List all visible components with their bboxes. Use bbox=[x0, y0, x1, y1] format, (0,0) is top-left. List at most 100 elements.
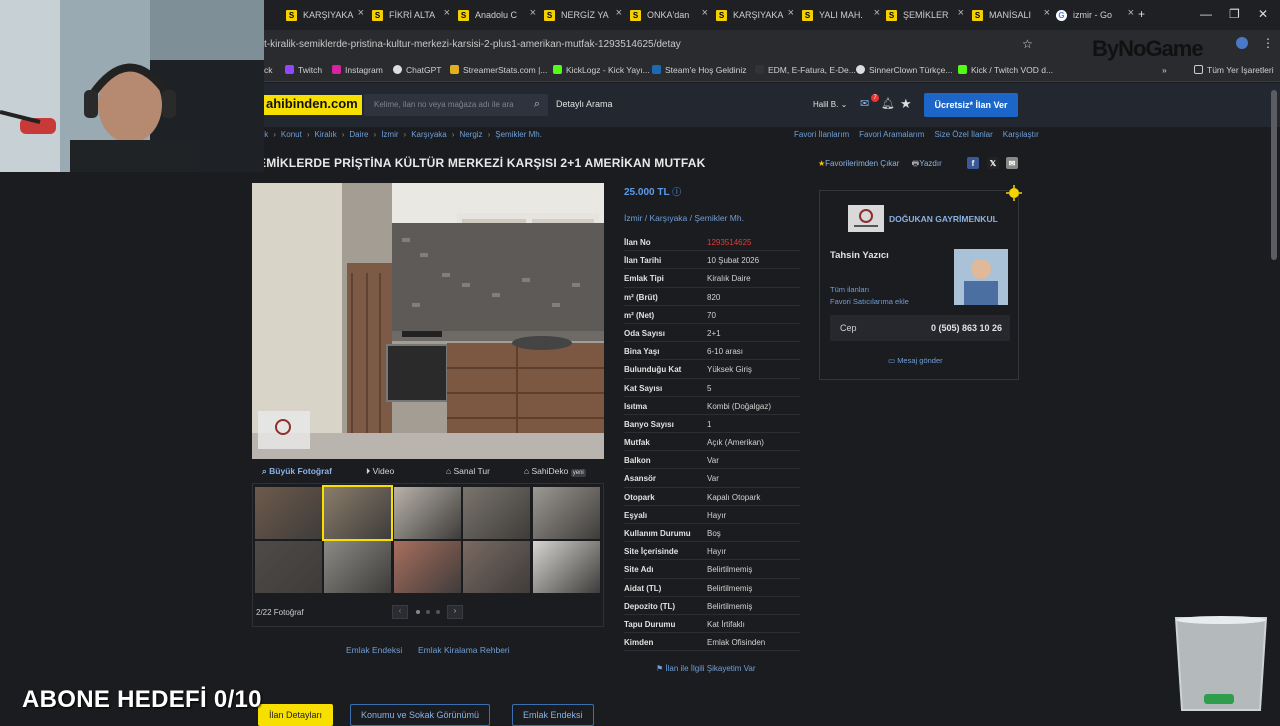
close-tab-icon[interactable]: × bbox=[788, 7, 794, 19]
x-twitter-icon[interactable]: 𝕏 bbox=[987, 157, 999, 169]
large-photo-tab[interactable]: ⌕ Büyük Fotoğraf bbox=[262, 466, 332, 477]
seller-name[interactable]: DOĞUKAN GAYRİMENKUL bbox=[889, 214, 998, 224]
browser-tab[interactable]: S MANİSALI × bbox=[972, 4, 1052, 26]
rental-guide-link[interactable]: Emlak Kiralama Rehberi bbox=[418, 645, 510, 655]
photo-thumbnail[interactable] bbox=[255, 487, 322, 539]
browser-tab[interactable]: S ONKA'dan × bbox=[630, 4, 710, 26]
url-text[interactable]: t-kiralik-semiklerde-pristina-kultur-mer… bbox=[264, 39, 681, 50]
photo-thumbnail[interactable] bbox=[394, 487, 461, 539]
photo-thumbnail[interactable] bbox=[533, 541, 600, 593]
seller-logo[interactable] bbox=[848, 205, 884, 232]
unfavorite-link[interactable]: ★Favorilerimden Çıkar bbox=[818, 159, 899, 168]
browser-tab[interactable]: Gizmir - Go × bbox=[1056, 4, 1136, 26]
profile-icon[interactable] bbox=[1236, 37, 1248, 49]
account-link[interactable]: Size Özel İlanlar bbox=[934, 130, 992, 139]
bookmark-item[interactable]: StreamerStats.com |... bbox=[450, 65, 547, 75]
bookmark-item[interactable]: Instagram bbox=[332, 65, 383, 75]
close-tab-icon[interactable]: × bbox=[958, 7, 964, 19]
all-bookmarks[interactable]: Tüm Yer İşaretleri bbox=[1194, 65, 1274, 75]
phone-number[interactable]: 0 (505) 863 10 26 bbox=[931, 323, 1002, 333]
breadcrumb-item[interactable]: Karşıyaka bbox=[411, 130, 447, 139]
virtual-tour-tab[interactable]: ⌂ Sanal Tur bbox=[446, 466, 490, 476]
close-tab-icon[interactable]: × bbox=[1044, 7, 1050, 19]
bookmark-item[interactable]: ChatGPT bbox=[393, 65, 441, 75]
breadcrumb-item[interactable]: Konut bbox=[281, 130, 302, 139]
sahideko-tab[interactable]: ⌂ SahiDeko yeni bbox=[524, 466, 586, 477]
main-photo[interactable] bbox=[252, 183, 604, 459]
photo-thumbnail[interactable] bbox=[324, 541, 391, 593]
breadcrumb-item[interactable]: Şemikler Mh. bbox=[495, 130, 542, 139]
tab-location[interactable]: Konumu ve Sokak Görünümü bbox=[350, 704, 491, 726]
photo-thumbnail[interactable] bbox=[255, 541, 322, 593]
close-tab-icon[interactable]: × bbox=[1128, 7, 1134, 19]
bell-icon[interactable]: 🔔︎ bbox=[881, 97, 895, 110]
tab-listing-details[interactable]: İlan Detayları bbox=[258, 704, 334, 726]
browser-tab[interactable]: S KARŞIYAKA × bbox=[286, 4, 366, 26]
print-link[interactable]: 🖶︎Yazdır bbox=[912, 159, 942, 168]
photo-thumbnail[interactable] bbox=[463, 541, 530, 593]
maximize-icon[interactable]: ❐ bbox=[1229, 7, 1240, 21]
close-tab-icon[interactable]: × bbox=[444, 7, 450, 19]
prev-page-icon[interactable]: ‹ bbox=[392, 605, 408, 619]
close-tab-icon[interactable]: × bbox=[874, 7, 880, 19]
account-link[interactable]: Favori Aramalarım bbox=[859, 130, 924, 139]
page-dot[interactable] bbox=[436, 610, 440, 614]
minimize-icon[interactable]: — bbox=[1200, 7, 1212, 21]
page-dot[interactable] bbox=[416, 610, 420, 614]
new-tab-icon[interactable]: + bbox=[1138, 7, 1145, 21]
send-message-link[interactable]: ▭ Mesaj gönder bbox=[888, 356, 943, 365]
info-icon[interactable]: ⓘ bbox=[672, 187, 681, 197]
breadcrumb-item[interactable]: Kiralık bbox=[314, 130, 336, 139]
user-menu[interactable]: Halil B. ⌄ bbox=[813, 100, 847, 109]
all-listings-link[interactable]: Tüm ilanları bbox=[830, 285, 869, 294]
search-icon[interactable]: ⌕ bbox=[534, 98, 540, 111]
detail-value[interactable]: 1293514625 bbox=[707, 238, 752, 247]
breadcrumb-item[interactable]: Nergiz bbox=[459, 130, 482, 139]
browser-tab[interactable]: S ŞEMİKLER × bbox=[886, 4, 966, 26]
browser-tab[interactable]: S FİKRİ ALTA × bbox=[372, 4, 452, 26]
scrollbar[interactable] bbox=[1271, 90, 1277, 260]
bookmark-item[interactable]: ck bbox=[264, 65, 273, 75]
search-input[interactable]: Kelime, ilan no veya mağaza adı ile ara … bbox=[364, 94, 548, 116]
photo-thumbnail[interactable] bbox=[533, 487, 600, 539]
bookmark-item[interactable]: Steam'e Hoş Geldiniz bbox=[652, 65, 746, 75]
bookmark-item[interactable]: Kick / Twitch VOD d... bbox=[958, 65, 1053, 75]
bookmark-star-icon[interactable]: ☆ bbox=[1022, 37, 1033, 51]
close-tab-icon[interactable]: × bbox=[616, 7, 622, 19]
browser-tab[interactable]: S Anadolu C × bbox=[458, 4, 538, 26]
browser-tab[interactable]: S YALI MAH. × bbox=[802, 4, 882, 26]
menu-kebab-icon[interactable]: ⋮ bbox=[1262, 36, 1274, 50]
bookmarks-overflow-icon[interactable]: » bbox=[1162, 65, 1167, 75]
site-logo[interactable]: ahibinden.com bbox=[264, 95, 362, 115]
email-share-icon[interactable]: ✉ bbox=[1006, 157, 1018, 169]
photo-thumbnail[interactable] bbox=[322, 485, 393, 541]
facebook-icon[interactable]: f bbox=[967, 157, 979, 169]
bookmark-item[interactable]: KickLogz - Kick Yayı... bbox=[553, 65, 650, 75]
close-window-icon[interactable]: ✕ bbox=[1258, 7, 1268, 21]
close-tab-icon[interactable]: × bbox=[702, 7, 708, 19]
page-dot[interactable] bbox=[426, 610, 430, 614]
post-ad-button[interactable]: Ücretsiz* İlan Ver bbox=[924, 93, 1018, 117]
photo-thumbnail[interactable] bbox=[463, 487, 530, 539]
photo-thumbnail[interactable] bbox=[394, 541, 461, 593]
close-tab-icon[interactable]: × bbox=[530, 7, 536, 19]
browser-tab[interactable]: S KARŞIYAKA × bbox=[716, 4, 796, 26]
next-page-icon[interactable]: › bbox=[447, 605, 463, 619]
breadcrumb-item[interactable]: İzmir bbox=[381, 130, 398, 139]
bookmark-item[interactable]: EDM, E-Fatura, E-De... bbox=[755, 65, 856, 75]
favorite-seller-link[interactable]: Favori Satıcılarıma ekle bbox=[830, 297, 909, 306]
close-tab-icon[interactable]: × bbox=[358, 7, 364, 19]
browser-tab[interactable]: S NERGİZ YA × bbox=[544, 4, 624, 26]
real-estate-index-link[interactable]: Emlak Endeksi bbox=[346, 645, 402, 655]
location[interactable]: İzmir / Karşıyaka / Şemikler Mh. bbox=[624, 213, 744, 223]
account-link[interactable]: Karşılaştır bbox=[1003, 130, 1039, 139]
bookmark-item[interactable]: Twitch bbox=[285, 65, 322, 75]
favorites-star-icon[interactable]: ★ bbox=[900, 96, 912, 112]
video-tab[interactable]: ⏵ Video bbox=[366, 466, 394, 477]
messages-icon[interactable]: ✉ bbox=[860, 97, 869, 110]
bookmark-item[interactable]: SinnerClown Türkçe... bbox=[856, 65, 952, 75]
account-link[interactable]: Favori İlanlarım bbox=[794, 130, 849, 139]
tab-real-estate-index[interactable]: Emlak Endeksi bbox=[512, 704, 594, 726]
complaint-link[interactable]: ⚑ İlan ile İlgili Şikayetim Var bbox=[656, 664, 756, 673]
breadcrumb-item[interactable]: Daire bbox=[349, 130, 368, 139]
